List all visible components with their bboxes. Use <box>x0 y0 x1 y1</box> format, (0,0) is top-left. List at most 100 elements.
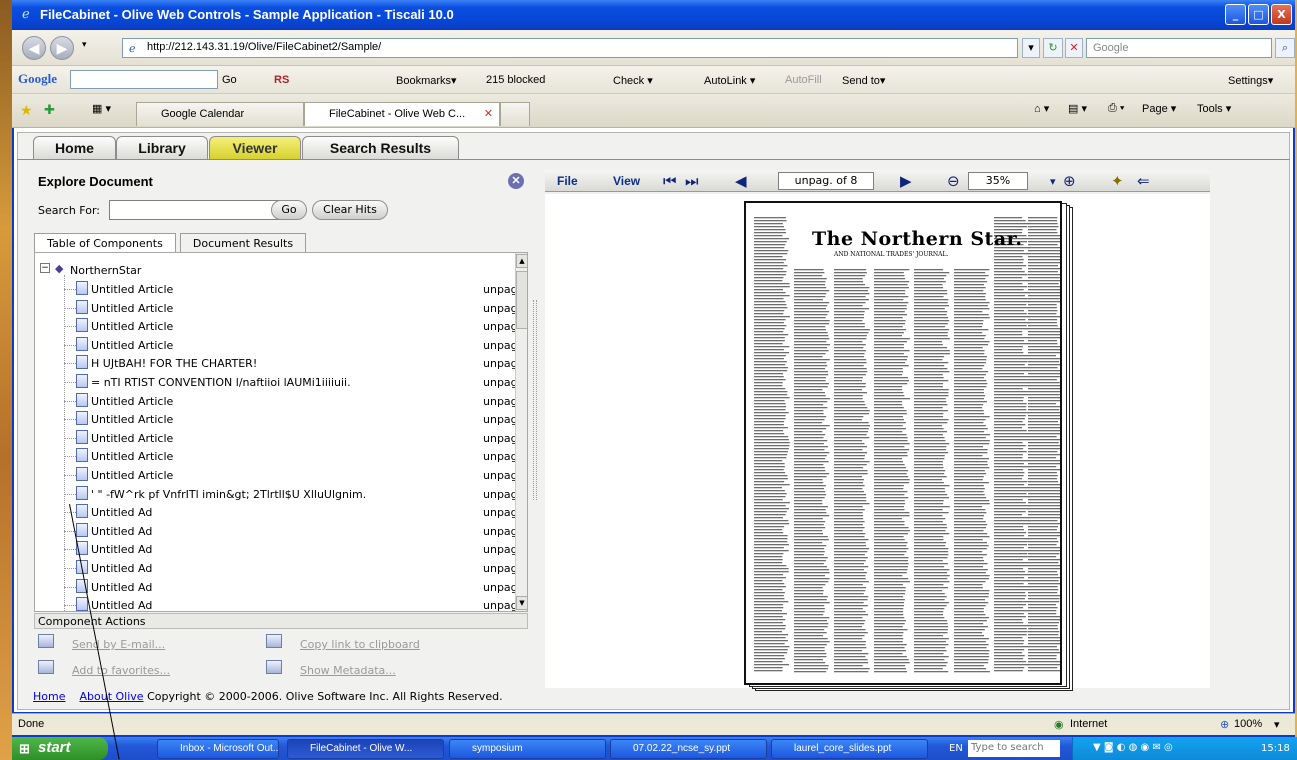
back-arrow-icon[interactable]: ⇐ <box>1137 172 1150 190</box>
tree-item[interactable]: Untitled Ad unpag <box>35 522 518 540</box>
home-icon[interactable]: ⌂ ▾ <box>1034 102 1049 115</box>
tab-document-results[interactable]: Document Results <box>180 233 306 253</box>
tree-item[interactable]: = nTI RTIST CONVENTION l/naftiioi lAUMi1… <box>35 373 518 391</box>
refresh-icon[interactable]: ↻ <box>1043 38 1063 58</box>
autofill-button[interactable]: AutoFill <box>785 74 822 86</box>
tree-item[interactable]: Untitled Article unpag <box>35 429 518 447</box>
task-ncse-ppt[interactable]: 07.02.22_ncse_sy.ppt <box>610 739 767 759</box>
zoom-level-dropdown-icon[interactable]: ▾ <box>1274 718 1280 731</box>
popup-blocked-counter[interactable]: 215 blocked <box>486 74 545 86</box>
favorites-star-icon[interactable]: ★ <box>20 102 33 119</box>
tab-filecabinet[interactable]: FileCabinet - Olive Web C... ✕ <box>304 102 500 126</box>
zoom-in-icon[interactable]: ⊕ <box>1063 172 1076 190</box>
tree-item[interactable]: Untitled Article unpag <box>35 336 518 354</box>
task-symposium[interactable]: symposium <box>449 739 606 759</box>
tree-item[interactable]: Untitled Article unpag <box>35 392 518 410</box>
next-page-icon[interactable]: ▶ <box>900 172 912 190</box>
tab-library[interactable]: Library <box>116 136 208 160</box>
tree-item[interactable]: Untitled Ad unpag <box>35 559 518 577</box>
view-menu[interactable]: View <box>613 174 640 188</box>
add-to-favorites-link[interactable]: Add to favorites... <box>72 664 170 677</box>
copy-link-link[interactable]: Copy link to clipboard <box>300 638 420 651</box>
footer-about-link[interactable]: About Olive <box>79 690 143 703</box>
tree-item[interactable]: Untitled Ad unpag <box>35 596 518 611</box>
print-icon[interactable]: ⎙ ▾ <box>1108 102 1124 115</box>
autolink-button[interactable]: AutoLink ▾ <box>704 74 755 87</box>
close-button[interactable]: X <box>1271 4 1292 25</box>
zoom-dropdown-icon[interactable]: ▾ <box>1050 175 1056 188</box>
settings-menu[interactable]: Settings▾ <box>1228 74 1273 87</box>
clear-hits-button[interactable]: Clear Hits <box>312 200 388 220</box>
minimize-button[interactable]: _ <box>1225 4 1246 25</box>
search-go-icon[interactable]: ⌕ <box>1275 38 1295 58</box>
search-box[interactable]: Google <box>1086 38 1272 58</box>
google-search-input[interactable] <box>70 70 218 89</box>
maximize-button[interactable]: □ <box>1248 4 1269 25</box>
tab-viewer[interactable]: Viewer <box>209 136 301 160</box>
tab-search-results[interactable]: Search Results <box>302 136 459 160</box>
google-go-button[interactable]: Go <box>222 74 237 86</box>
tab-home[interactable]: Home <box>33 136 116 160</box>
tab-table-of-components[interactable]: Table of Components <box>34 233 176 253</box>
language-indicator[interactable]: EN <box>949 743 963 754</box>
add-favorites-icon[interactable]: ✚ <box>44 102 55 118</box>
send-by-email-link[interactable]: Send by E-mail... <box>72 638 165 651</box>
show-metadata-link[interactable]: Show Metadata... <box>300 664 396 677</box>
search-for-input[interactable] <box>109 200 297 220</box>
rs-button[interactable]: RS <box>274 74 289 86</box>
stop-icon[interactable]: ✕ <box>1065 38 1083 58</box>
tree-item[interactable]: H UJtBAH! FOR THE CHARTER! unpag <box>35 354 518 372</box>
zoom-field[interactable]: 35% <box>968 172 1028 190</box>
tools-menu[interactable]: Tools ▾ <box>1197 102 1231 115</box>
zoom-level[interactable]: 100% <box>1234 718 1262 730</box>
tree-item[interactable]: Untitled Article unpag <box>35 317 518 335</box>
task-laurel-ppt[interactable]: laurel_core_slides.ppt <box>771 739 928 759</box>
start-button[interactable]: ⊞ start <box>12 737 108 760</box>
scroll-up-button[interactable]: ▲ <box>516 254 527 268</box>
tree-item[interactable]: Untitled Article unpag <box>35 447 518 465</box>
tree-item[interactable]: Untitled Article unpag <box>35 466 518 484</box>
close-panel-icon[interactable]: ✕ <box>508 173 524 189</box>
url-field[interactable]: ℯ http://212.143.31.19/Olive/FileCabinet… <box>122 38 1018 58</box>
footer-home-link[interactable]: Home <box>33 690 65 703</box>
tree-item[interactable]: Untitled Article unpag <box>35 410 518 428</box>
url-dropdown-button[interactable]: ▾ <box>1022 38 1040 58</box>
tree-item[interactable]: Untitled Ad unpag <box>35 540 518 558</box>
page-number-field[interactable]: unpag. of 8 <box>778 172 874 190</box>
page-menu[interactable]: Page ▾ <box>1142 102 1176 115</box>
collapse-icon[interactable]: − <box>40 263 50 273</box>
first-page-icon[interactable]: ⏮ <box>663 172 677 190</box>
feeds-icon[interactable]: ▤ ▾ <box>1068 102 1087 115</box>
gift-icon[interactable]: ✦ <box>1111 172 1124 190</box>
file-menu[interactable]: File <box>557 174 578 188</box>
tree-item[interactable]: Untitled Ad unpag <box>35 503 518 521</box>
taskbar-search-input[interactable]: Type to search <box>968 740 1060 757</box>
tree-root[interactable]: − ◆ NorthernStar <box>35 261 515 279</box>
back-button[interactable]: ◀ <box>22 36 46 60</box>
last-page-icon[interactable]: ⏭ <box>685 172 699 190</box>
scroll-down-button[interactable]: ▼ <box>516 596 527 610</box>
tree-item[interactable]: ' " -fW^rk pf VnfrITl imin&gt; 2Tlrtll$U… <box>35 485 518 503</box>
quick-tabs-icon[interactable]: ▦ ▾ <box>92 102 111 115</box>
tree-item[interactable]: Untitled Article unpag <box>35 299 518 317</box>
zoom-out-icon[interactable]: ⊖ <box>947 172 960 190</box>
spellcheck-button[interactable]: Check ▾ <box>613 74 653 87</box>
task-filecabinet[interactable]: FileCabinet - Olive W... <box>287 739 444 759</box>
previous-page-icon[interactable]: ◀ <box>735 172 747 190</box>
tree-item[interactable]: Untitled Ad unpag <box>35 578 518 596</box>
send-to-button[interactable]: Send to▾ <box>842 74 885 87</box>
newspaper-text-line <box>994 502 1026 504</box>
history-dropdown-icon[interactable]: ▾ <box>82 40 87 50</box>
go-button[interactable]: Go <box>271 200 307 220</box>
tray-icons[interactable]: ▼ ◙ ◐ ◍ ◉ ✉ ◎ <box>1093 742 1173 753</box>
tree-item[interactable]: Untitled Article unpag <box>35 280 518 298</box>
close-tab-icon[interactable]: ✕ <box>484 107 493 120</box>
forward-button[interactable]: ▶ <box>50 36 74 60</box>
task-outlook[interactable]: Inbox - Microsoft Out... <box>157 739 279 759</box>
new-tab-button[interactable] <box>500 102 530 126</box>
panel-splitter[interactable] <box>533 300 537 500</box>
bookmarks-menu[interactable]: Bookmarks▾ <box>396 74 457 87</box>
scroll-thumb[interactable] <box>516 271 527 329</box>
newspaper-text-line <box>994 613 1024 615</box>
tab-google-calendar[interactable]: Google Calendar <box>136 102 304 126</box>
